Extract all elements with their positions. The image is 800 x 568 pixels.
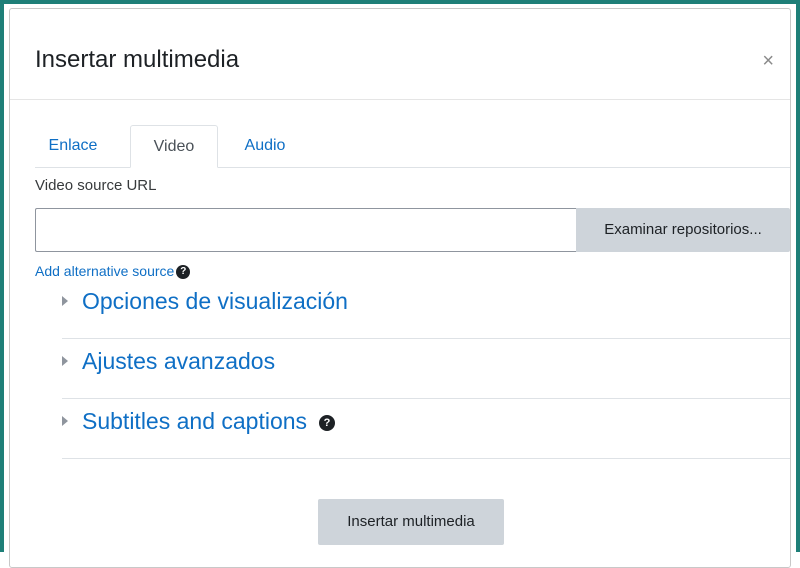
section-subtitles-captions-title[interactable]: Subtitles and captions?	[82, 407, 336, 435]
dialog-header: Insertar multimedia ×	[10, 9, 790, 100]
section-advanced-settings[interactable]: Ajustes avanzados	[62, 339, 790, 399]
dialog-title: Insertar multimedia	[35, 46, 240, 73]
insert-media-button[interactable]: Insertar multimedia	[318, 499, 504, 545]
window-frame-left	[0, 0, 4, 552]
help-icon[interactable]: ?	[176, 265, 191, 280]
close-icon[interactable]: ×	[762, 51, 774, 71]
insert-media-dialog: Insertar multimedia × Enlace Video Audio…	[9, 8, 791, 568]
video-url-input[interactable]	[35, 208, 577, 252]
video-source-label: Video source URL	[35, 177, 157, 194]
caret-right-icon	[62, 296, 68, 306]
window-frame-top	[0, 0, 800, 4]
caret-right-icon	[62, 356, 68, 366]
caret-right-icon	[62, 416, 68, 426]
media-tabs: Enlace Video Audio	[35, 125, 790, 168]
window-frame-right	[796, 0, 800, 552]
section-subtitles-captions[interactable]: Subtitles and captions?	[62, 399, 790, 459]
tab-enlace[interactable]: Enlace	[35, 125, 111, 167]
tab-video[interactable]: Video	[130, 125, 218, 168]
section-display-options-title[interactable]: Opciones de visualización	[82, 287, 348, 315]
section-subtitles-captions-label: Subtitles and captions	[82, 408, 308, 434]
add-alternative-source-link[interactable]: Add alternative source?	[35, 263, 191, 280]
help-icon[interactable]: ?	[319, 414, 336, 431]
tab-audio[interactable]: Audio	[231, 125, 299, 167]
section-advanced-settings-title[interactable]: Ajustes avanzados	[82, 347, 275, 375]
add-alternative-source-label: Add alternative source	[35, 263, 175, 279]
browse-repositories-button[interactable]: Examinar repositorios...	[576, 208, 790, 252]
section-display-options[interactable]: Opciones de visualización	[62, 279, 790, 339]
